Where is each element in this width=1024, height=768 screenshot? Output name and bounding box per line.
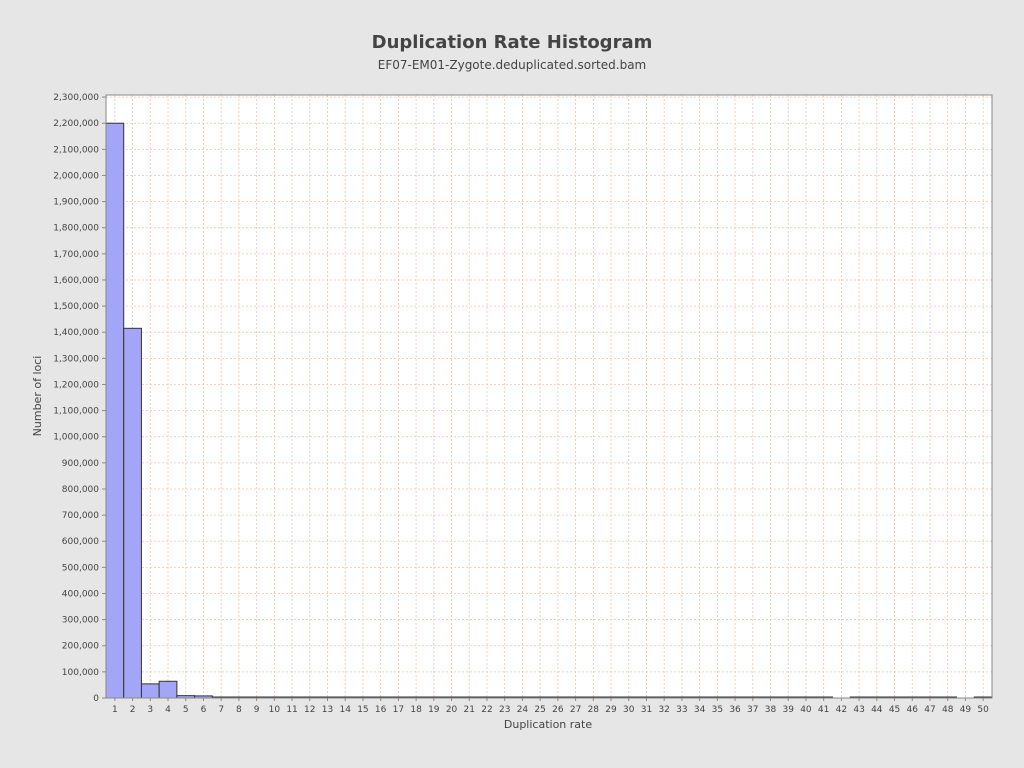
x-tick-label: 28 — [588, 705, 600, 715]
x-tick-label: 2 — [130, 705, 136, 715]
x-tick-label: 11 — [286, 705, 297, 715]
y-tick-label: 200,000 — [62, 642, 99, 652]
x-tick-label: 26 — [552, 705, 564, 715]
x-tick-label: 49 — [960, 705, 972, 715]
x-tick-label: 37 — [747, 705, 758, 715]
x-tick-label: 12 — [304, 705, 315, 715]
x-tick-label: 15 — [357, 705, 368, 715]
x-tick-label: 22 — [481, 705, 492, 715]
x-tick-label: 42 — [836, 705, 847, 715]
x-tick-label: 50 — [977, 705, 989, 715]
y-tick-label: 1,100,000 — [53, 407, 99, 417]
x-tick-label: 16 — [375, 705, 387, 715]
histogram-chart: Duplication Rate Histogram EF07-EM01-Zyg… — [0, 0, 1024, 768]
x-tick-label: 21 — [464, 705, 475, 715]
x-tick-label: 14 — [339, 705, 351, 715]
x-tick-label: 3 — [147, 705, 153, 715]
x-tick-label: 44 — [871, 705, 883, 715]
y-tick-label: 1,900,000 — [53, 198, 99, 208]
x-tick-label: 38 — [765, 705, 777, 715]
chart-container: Duplication Rate Histogram EF07-EM01-Zyg… — [0, 0, 1024, 768]
y-tick-label: 1,500,000 — [53, 302, 99, 312]
y-axis-label: Number of loci — [31, 356, 44, 437]
y-tick-label: 0 — [93, 694, 99, 704]
y-tick-label: 2,300,000 — [53, 93, 99, 103]
x-tick-label: 1 — [112, 705, 118, 715]
x-tick-label: 29 — [605, 705, 617, 715]
x-tick-label: 25 — [534, 705, 545, 715]
x-tick-label: 24 — [517, 705, 529, 715]
chart-subtitle: EF07-EM01-Zygote.deduplicated.sorted.bam — [378, 58, 647, 72]
y-tick-label: 300,000 — [62, 616, 99, 626]
x-tick-label: 41 — [818, 705, 829, 715]
x-tick-label: 7 — [218, 705, 224, 715]
y-tick-label: 2,100,000 — [53, 145, 99, 155]
x-tick-label: 45 — [889, 705, 900, 715]
x-tick-label: 17 — [393, 705, 404, 715]
x-tick-label: 27 — [570, 705, 581, 715]
y-tick-label: 1,000,000 — [53, 433, 99, 443]
x-tick-label: 8 — [236, 705, 242, 715]
x-tick-label: 30 — [623, 705, 635, 715]
y-tick-label: 1,800,000 — [53, 224, 99, 234]
x-tick-label: 32 — [658, 705, 669, 715]
y-tick-label: 900,000 — [62, 459, 99, 469]
x-tick-label: 36 — [729, 705, 741, 715]
x-tick-label: 6 — [201, 705, 207, 715]
x-tick-label: 48 — [942, 705, 954, 715]
x-tick-label: 4 — [165, 705, 171, 715]
x-tick-label: 33 — [676, 705, 687, 715]
y-tick-label: 2,000,000 — [53, 171, 99, 181]
y-tick-label: 500,000 — [62, 563, 99, 573]
x-tick-label: 39 — [782, 705, 794, 715]
y-tick-label: 700,000 — [62, 511, 99, 521]
x-tick-label: 18 — [410, 705, 422, 715]
x-tick-label: 43 — [853, 705, 864, 715]
y-tick-label: 800,000 — [62, 485, 99, 495]
y-tick-label: 1,400,000 — [53, 328, 99, 338]
x-tick-label: 34 — [694, 705, 706, 715]
histogram-bar — [123, 327, 142, 699]
x-tick-label: 20 — [446, 705, 458, 715]
x-tick-label: 40 — [800, 705, 812, 715]
x-tick-label: 13 — [322, 705, 333, 715]
x-axis-label: Duplication rate — [504, 718, 592, 731]
x-tick-label: 9 — [254, 705, 260, 715]
x-tick-label: 46 — [907, 705, 919, 715]
x-tick-label: 35 — [712, 705, 723, 715]
histogram-bar — [158, 680, 178, 699]
y-tick-label: 1,300,000 — [53, 354, 99, 364]
x-tick-label: 5 — [183, 705, 189, 715]
x-tick-label: 10 — [269, 705, 281, 715]
y-tick-label: 400,000 — [62, 589, 99, 599]
x-tick-label: 23 — [499, 705, 510, 715]
x-tick-label: 31 — [641, 705, 652, 715]
y-tick-label: 1,700,000 — [53, 250, 99, 260]
histogram-bar — [140, 683, 160, 699]
chart-title: Duplication Rate Histogram — [372, 32, 653, 53]
y-tick-label: 100,000 — [62, 668, 99, 678]
x-tick-label: 47 — [924, 705, 935, 715]
histogram-bar — [105, 122, 125, 699]
y-tick-label: 2,200,000 — [53, 119, 99, 129]
y-tick-label: 1,600,000 — [53, 276, 99, 286]
y-tick-label: 600,000 — [62, 537, 99, 547]
x-tick-label: 19 — [428, 705, 440, 715]
y-tick-label: 1,200,000 — [53, 380, 99, 390]
